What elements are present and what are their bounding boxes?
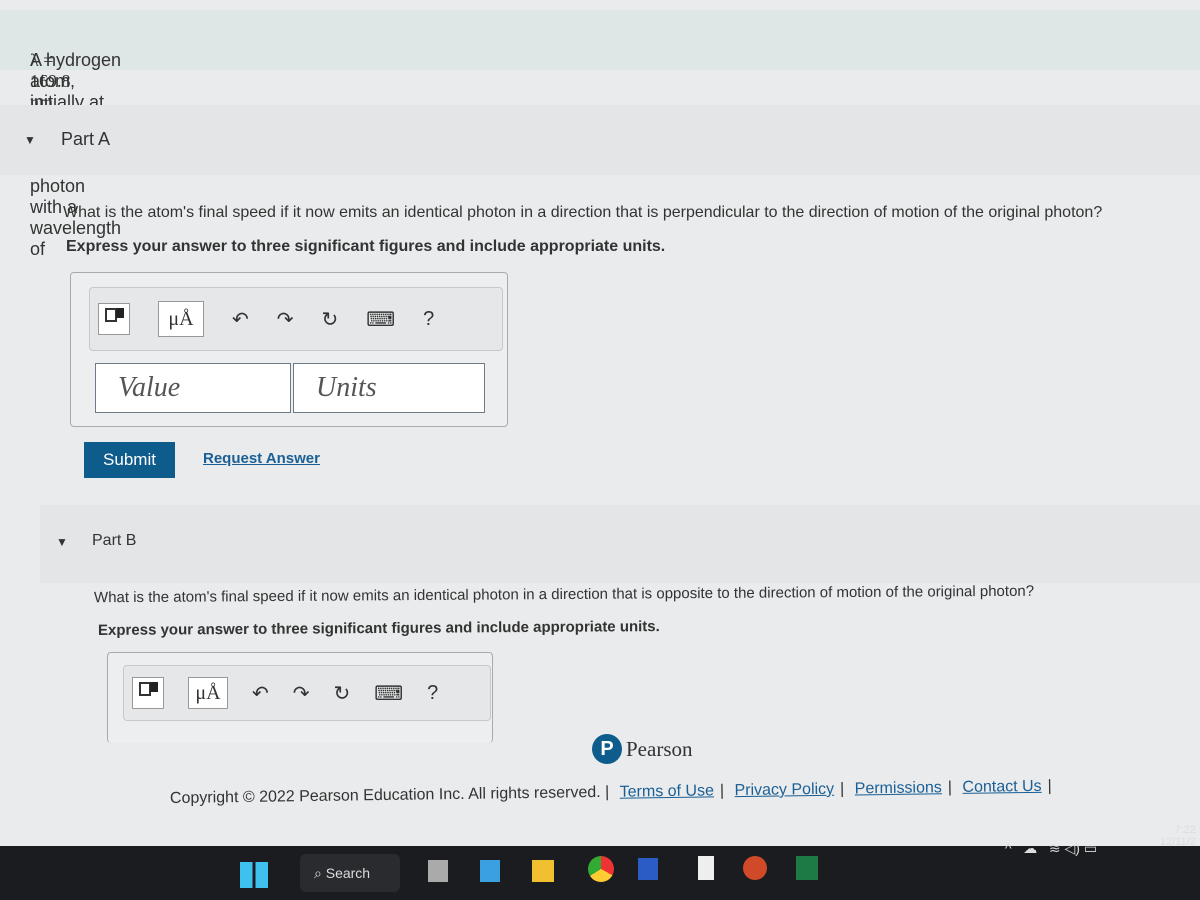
part-b-answer-editor: μÅ ↶ ↷ ↻ ⌨ ? bbox=[107, 652, 493, 743]
part-a-title: Part A bbox=[61, 129, 111, 149]
undo-icon[interactable]: ↶ bbox=[252, 681, 269, 706]
value-input[interactable]: Value bbox=[95, 363, 291, 413]
document-icon[interactable] bbox=[698, 856, 714, 880]
contact-link[interactable]: Contact Us bbox=[962, 778, 1041, 796]
request-answer-link[interactable]: Request Answer bbox=[203, 450, 320, 467]
problem-statement: A hydrogen atom, initially at rest, abso… bbox=[0, 10, 1200, 259]
pearson-logo-icon: P bbox=[592, 734, 622, 764]
powerpoint-icon[interactable] bbox=[743, 856, 767, 880]
templates-icon[interactable] bbox=[98, 303, 130, 335]
task-view-icon[interactable] bbox=[428, 860, 448, 882]
permissions-link[interactable]: Permissions bbox=[855, 779, 942, 797]
privacy-link[interactable]: Privacy Policy bbox=[734, 781, 834, 799]
keyboard-icon[interactable]: ⌨ bbox=[366, 307, 395, 332]
clock[interactable]: 7:22 12/11/2 bbox=[1160, 824, 1196, 848]
reset-icon[interactable]: ↻ bbox=[322, 307, 339, 332]
pearson-logo: P Pearson bbox=[592, 734, 693, 764]
editor-toolbar: μÅ ↶ ↷ ↻ ⌨ ? bbox=[89, 287, 503, 351]
collapse-icon[interactable]: ▼ bbox=[24, 133, 36, 147]
keyboard-icon[interactable]: ⌨ bbox=[374, 681, 403, 706]
submit-button[interactable]: Submit bbox=[84, 442, 175, 478]
templates-icon[interactable] bbox=[132, 677, 164, 709]
search-label: Search bbox=[325, 865, 371, 881]
chrome-icon[interactable] bbox=[588, 856, 614, 882]
part-b-title: Part B bbox=[92, 532, 137, 549]
date: 12/11/2 bbox=[1160, 836, 1196, 848]
collapse-icon[interactable]: ▼ bbox=[56, 535, 68, 549]
part-b-instruction: Express your answer to three significant… bbox=[97, 618, 660, 639]
editor-toolbar: μÅ ↶ ↷ ↻ ⌨ ? bbox=[123, 665, 491, 721]
windows-start-icon[interactable] bbox=[240, 862, 268, 888]
redo-icon[interactable]: ↷ bbox=[293, 681, 310, 706]
wavelength: λ = 169.8 nm. bbox=[30, 50, 71, 112]
terms-link[interactable]: Terms of Use bbox=[620, 782, 714, 800]
units-symbol-button[interactable]: μÅ bbox=[158, 301, 204, 337]
part-a-instruction: Express your answer to three significant… bbox=[66, 238, 666, 255]
copyright: Copyright © 2022 Pearson Education Inc. … bbox=[169, 783, 610, 807]
help-button[interactable]: ? bbox=[423, 308, 434, 331]
mail-icon[interactable] bbox=[480, 860, 500, 882]
search-icon: ⌕ bbox=[314, 864, 326, 881]
part-a-header[interactable]: ▼ Part A bbox=[0, 105, 1200, 175]
reset-icon[interactable]: ↻ bbox=[334, 681, 351, 706]
time: 7:22 bbox=[1174, 824, 1196, 836]
units-symbol-button[interactable]: μÅ bbox=[188, 677, 228, 709]
undo-icon[interactable]: ↶ bbox=[232, 307, 249, 332]
file-explorer-icon[interactable] bbox=[532, 860, 554, 882]
answer-editor: μÅ ↶ ↷ ↻ ⌨ ? Value Units bbox=[70, 272, 508, 427]
taskbar-search[interactable]: ⌕ Search bbox=[300, 854, 400, 892]
part-b-question: What is the atom's final speed if it now… bbox=[93, 582, 1035, 607]
word-icon[interactable] bbox=[638, 858, 658, 880]
units-input[interactable]: Units bbox=[293, 363, 485, 413]
taskbar: ⌕ Search ^ ☁ ≋ ◁) ▭ 7:22 12/11/2 bbox=[0, 824, 1200, 900]
footer: Copyright © 2022 Pearson Education Inc. … bbox=[169, 777, 1052, 807]
excel-icon[interactable] bbox=[796, 856, 818, 880]
part-b-header[interactable]: ▼ Part B bbox=[40, 505, 1200, 583]
part-a-question: What is the atom's final speed if it now… bbox=[63, 204, 1103, 221]
redo-icon[interactable]: ↷ bbox=[277, 307, 294, 332]
system-tray-icons[interactable]: ^ ☁ ≋ ◁) ▭ bbox=[1005, 840, 1097, 857]
pearson-brand: Pearson bbox=[626, 736, 693, 761]
help-button[interactable]: ? bbox=[427, 682, 438, 705]
